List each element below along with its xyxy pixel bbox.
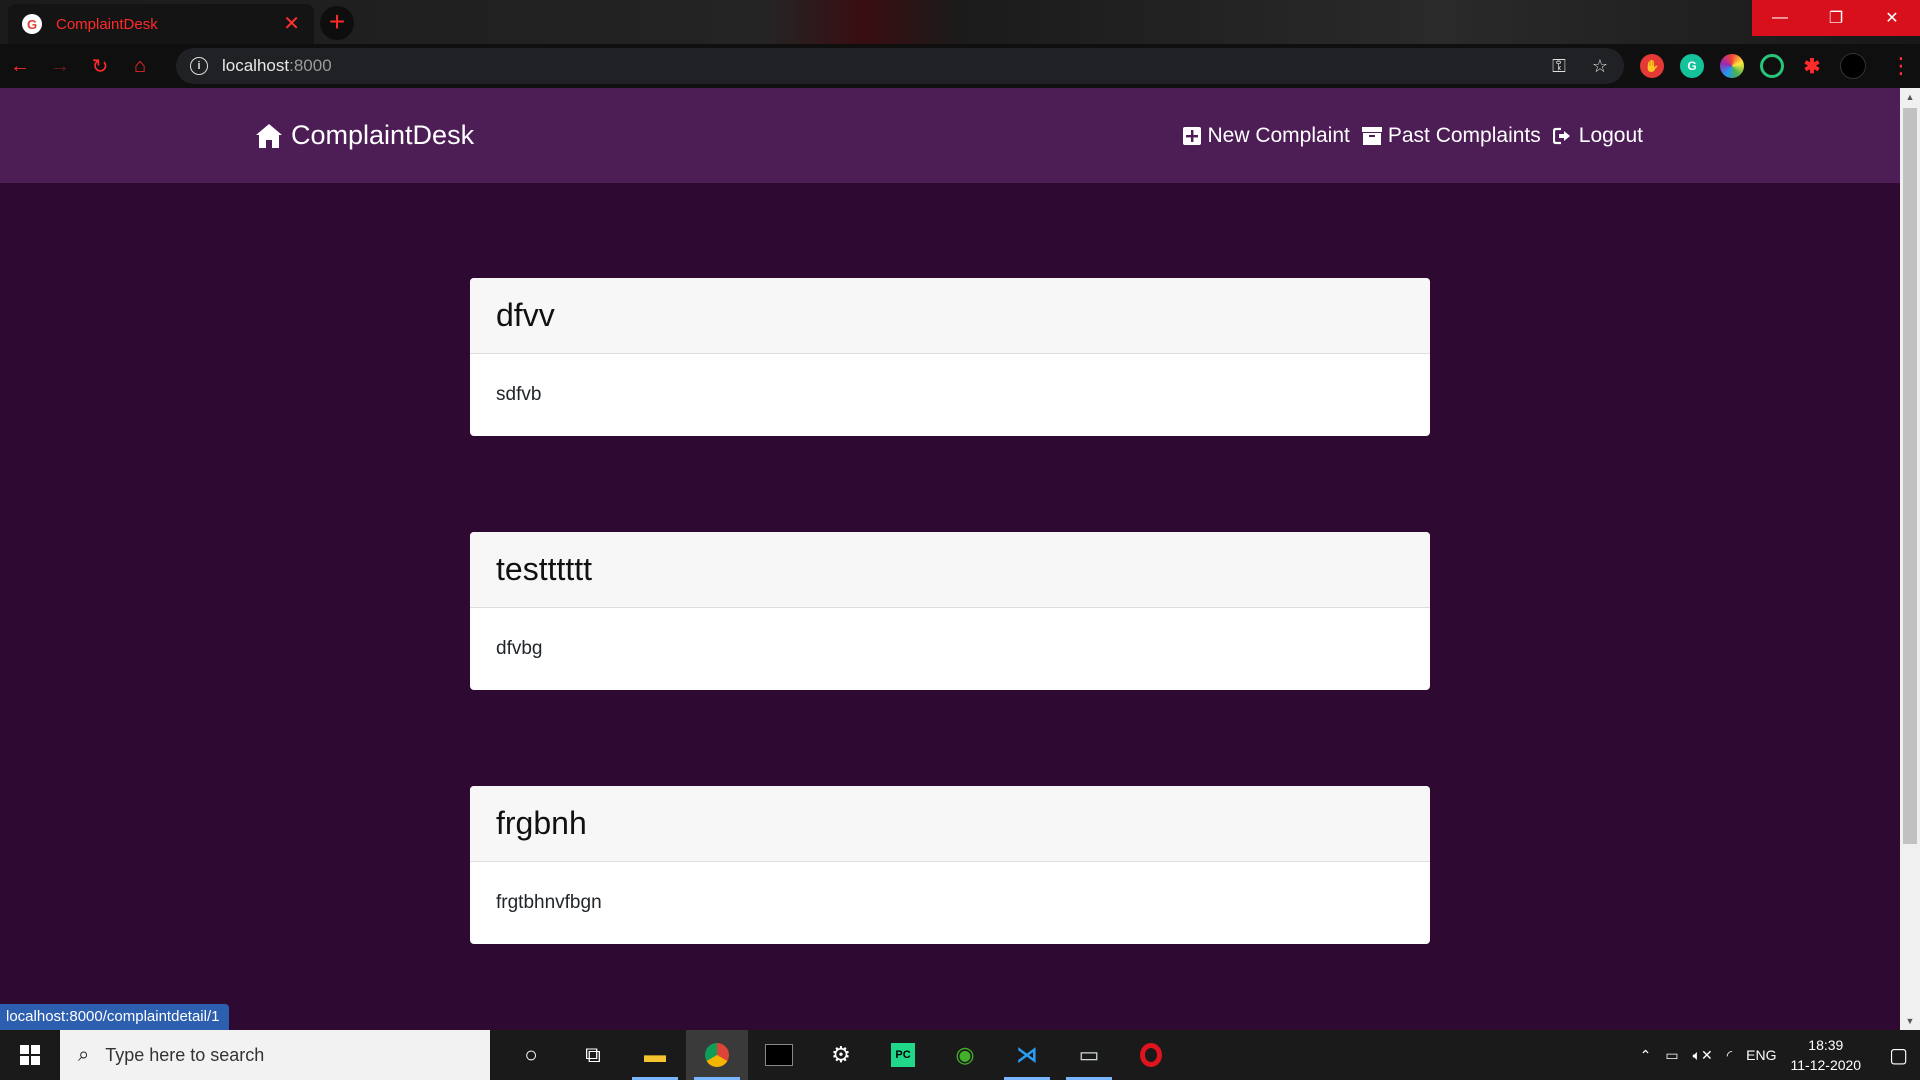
browser-tab[interactable]: G ComplaintDesk ✕ [8,4,314,44]
complaint-list: dfvv sdfvb testttttt dfvbg frgbnh frgtbh… [470,278,1430,1030]
nav-links: New Complaint Past Complaints Logout [1183,88,1643,183]
clock[interactable]: 18:39 11-12-2020 [1791,1035,1862,1075]
taskbar-search-box[interactable]: ⌕ Type here to search [60,1030,490,1080]
minimize-button[interactable]: — [1752,0,1808,36]
page-scrollbar[interactable]: ▲ ▼ [1900,88,1920,1030]
close-window-button[interactable]: ✕ [1864,0,1920,36]
taskbar-search-placeholder: Type here to search [105,1044,265,1065]
back-button[interactable]: ← [0,55,40,78]
explorer-window-icon[interactable]: ▭ [1058,1030,1120,1080]
url-port: :8000 [289,56,332,75]
complaint-card[interactable]: frgbnh frgtbhnvfbgn [470,786,1430,944]
color-picker-extension-icon[interactable] [1720,54,1744,78]
nav-logout[interactable]: Logout [1552,123,1643,148]
clock-time: 18:39 [1808,1037,1844,1053]
complaint-body: dfvbg [496,637,543,659]
nav-new-complaint[interactable]: New Complaint [1183,123,1350,148]
cortana-icon[interactable]: ○ [500,1030,562,1080]
scroll-down-arrow-icon[interactable]: ▼ [1900,1012,1920,1030]
grammarly-extension-icon[interactable]: G [1680,54,1704,78]
target-extension-icon[interactable] [1760,54,1784,78]
taskbar-apps: ○ ⧉ ▬ ⚙ PC ◉ ⋊ ▭ [500,1030,1182,1080]
home-icon [256,123,282,148]
language-indicator[interactable]: ENG [1746,1047,1776,1063]
nav-new-complaint-label: New Complaint [1207,123,1350,147]
key-icon[interactable]: ⚿ [1552,56,1566,77]
restore-button[interactable]: ❐ [1808,0,1864,36]
wifi-icon[interactable]: ◜ [1727,1047,1732,1064]
plus-square-icon [1183,126,1202,145]
reload-button[interactable]: ↻ [80,54,120,79]
menu-kebab-icon[interactable]: ⋮ [1890,53,1912,79]
profile-avatar[interactable] [1840,53,1866,79]
scroll-up-arrow-icon[interactable]: ▲ [1900,88,1920,106]
search-icon: ⌕ [78,1043,90,1066]
complaint-body: frgtbhnvfbgn [496,891,602,913]
window-controls: — ❐ ✕ [1752,0,1920,36]
tab-title: ComplaintDesk [56,15,158,33]
home-button[interactable]: ⌂ [120,55,160,78]
anaconda-icon[interactable]: ◉ [934,1030,996,1080]
windows-taskbar: ⌕ Type here to search ○ ⧉ ▬ ⚙ PC ◉ ⋊ ▭ ⌃… [0,1030,1920,1080]
address-bar[interactable]: i localhost:8000 ⚿ ☆ [176,48,1624,84]
google-favicon-icon: G [22,14,42,34]
brand-link[interactable]: ComplaintDesk [255,88,474,183]
close-tab-icon[interactable]: ✕ [283,14,300,34]
settings-gear-icon[interactable]: ⚙ [810,1030,872,1080]
complaint-body: sdfvb [496,383,542,405]
vscode-icon[interactable]: ⋊ [996,1030,1058,1080]
terminal-icon[interactable] [748,1030,810,1080]
task-view-icon[interactable]: ⧉ [562,1030,624,1080]
clock-date: 11-12-2020 [1790,1057,1862,1073]
scroll-thumb[interactable] [1903,108,1917,844]
puzzle-extensions-icon[interactable]: ✱ [1800,54,1824,78]
forward-button[interactable]: → [40,55,80,78]
browser-tab-strip: G ComplaintDesk ✕ + — ❐ ✕ [0,0,1920,44]
nav-past-complaints[interactable]: Past Complaints [1361,123,1541,148]
nav-past-complaints-label: Past Complaints [1387,123,1541,147]
site-info-icon[interactable]: i [190,57,208,75]
action-center-icon[interactable]: ▢ [1889,1043,1908,1068]
browser-toolbar: ← → ↻ ⌂ i localhost:8000 ⚿ ☆ ✋ G ✱ ⋮ [0,44,1920,88]
windows-logo-icon [20,1045,40,1065]
url-host: localhost [222,56,290,75]
file-explorer-icon[interactable]: ▬ [624,1030,686,1080]
adblock-extension-icon[interactable]: ✋ [1640,54,1664,78]
system-tray: ⌃ ▭ 🔈︎✕ ◜ ENG 18:39 11-12-2020 ▢ [1640,1030,1920,1080]
pycharm-icon[interactable]: PC [872,1030,934,1080]
show-hidden-icons-chevron-icon[interactable]: ⌃ [1640,1047,1652,1064]
nav-logout-label: Logout [1578,123,1643,147]
volume-muted-icon[interactable]: 🔈︎✕ [1693,1047,1713,1064]
complaint-title: testttttt [470,532,1430,608]
complaint-title: frgbnh [470,786,1430,862]
start-button[interactable] [0,1030,60,1080]
extensions-area: ✋ G ✱ ⋮ [1640,44,1912,88]
complaint-card[interactable]: testttttt dfvbg [470,532,1430,690]
site-navbar: ComplaintDesk New Complaint Past Complai… [0,88,1900,183]
complaint-card[interactable]: dfvv sdfvb [470,278,1430,436]
link-status-bubble: localhost:8000/complaintdetail/1 [0,1004,230,1030]
page-viewport: ComplaintDesk New Complaint Past Complai… [0,88,1900,1030]
battery-icon[interactable]: ▭ [1665,1047,1678,1064]
url-text: localhost:8000 [222,56,332,76]
chrome-taskbar-icon[interactable] [686,1030,748,1080]
brand-label: ComplaintDesk [291,120,475,150]
sign-out-icon [1552,127,1570,144]
bookmark-star-icon[interactable]: ☆ [1592,56,1608,77]
opera-icon[interactable] [1120,1030,1182,1080]
archive-icon [1361,126,1382,145]
new-tab-button[interactable]: + [320,6,354,40]
complaint-title: dfvv [470,278,1430,354]
